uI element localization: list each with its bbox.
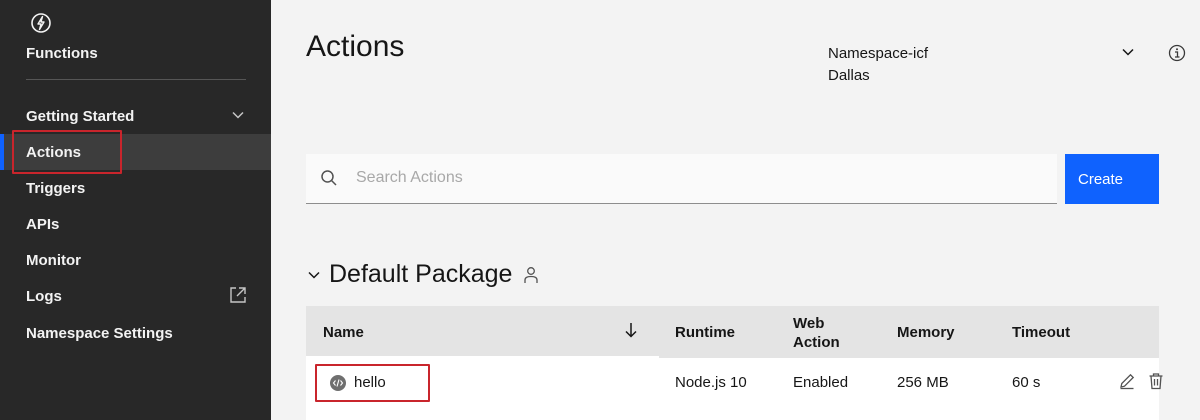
sidebar: Functions Getting Started Actions Trigge… [0, 0, 271, 420]
table-row[interactable]: hello Node.js 10 Enabled 256 MB 60 s [306, 358, 1163, 420]
action-name-link[interactable]: hello [354, 374, 386, 391]
action-timeout: 60 s [1012, 374, 1041, 391]
action-web-action: Enabled [793, 374, 849, 391]
action-runtime: Node.js 10 [675, 374, 747, 391]
functions-logo-icon [31, 13, 51, 33]
column-header-timeout: Timeout [1012, 324, 1071, 341]
namespace-name[interactable]: Namespace-icf [828, 45, 928, 62]
sidebar-item-label: Actions [26, 143, 82, 161]
column-header-name[interactable]: Name [323, 324, 364, 341]
launch-icon [230, 287, 246, 303]
sidebar-item-label: Monitor [26, 251, 81, 269]
sidebar-item-monitor[interactable]: Monitor [0, 242, 271, 278]
search-icon [321, 170, 337, 186]
sidebar-item-label: Namespace Settings [26, 324, 173, 342]
search-input[interactable] [356, 154, 1046, 202]
sort-arrow-down-icon[interactable] [623, 321, 639, 339]
column-header-web-action-line2: Action [793, 334, 840, 351]
column-header-web-action-line1: Web [793, 315, 825, 332]
page-title: Actions [306, 30, 405, 63]
edit-icon[interactable] [1118, 372, 1136, 390]
delete-icon[interactable] [1147, 372, 1165, 390]
chevron-down-icon [232, 111, 244, 119]
search-bar [306, 154, 1057, 204]
sidebar-item-logs[interactable]: Logs [0, 278, 271, 314]
actions-table: Name Runtime Web Action Memory Timeout [306, 306, 1159, 358]
create-button[interactable]: Create [1065, 154, 1159, 204]
sidebar-item-triggers[interactable]: Triggers [0, 170, 271, 206]
column-header-memory: Memory [897, 324, 955, 341]
sidebar-item-label: APIs [26, 215, 60, 233]
column-header-runtime: Runtime [675, 324, 735, 341]
table-header: Name Runtime Web Action Memory Timeout [306, 306, 1159, 358]
action-memory: 256 MB [897, 374, 949, 391]
info-icon[interactable] [1168, 44, 1186, 62]
package-title: Default Package [329, 260, 513, 288]
sidebar-item-label: Logs [26, 287, 62, 305]
sidebar-item-label: Triggers [26, 179, 86, 197]
sidebar-item-label: Getting Started [26, 107, 135, 125]
chevron-down-icon[interactable] [1120, 44, 1136, 60]
sidebar-item-apis[interactable]: APIs [0, 206, 271, 242]
sidebar-item-getting-started[interactable]: Getting Started [0, 98, 271, 134]
sidebar-item-actions[interactable]: Actions [0, 134, 271, 170]
sidebar-divider [26, 79, 246, 80]
code-icon [330, 375, 346, 391]
sidebar-item-namespace-settings[interactable]: Namespace Settings [0, 315, 271, 351]
chevron-down-icon[interactable] [306, 267, 322, 283]
sidebar-brand[interactable]: Functions [26, 45, 98, 62]
person-icon [524, 267, 538, 283]
namespace-region: Dallas [828, 67, 870, 84]
main-content: Actions Namespace-icf Dallas Create Defa… [271, 0, 1200, 420]
